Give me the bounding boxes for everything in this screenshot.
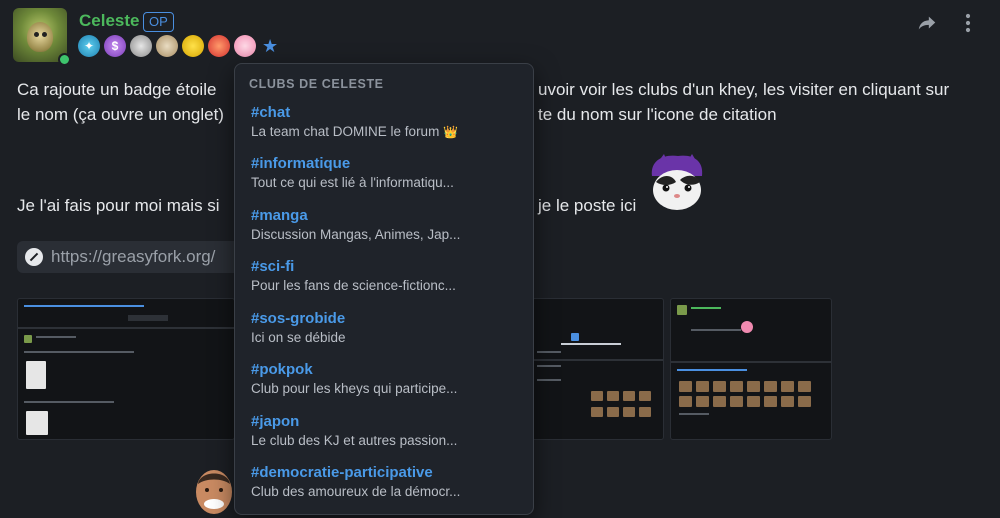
- dollar-badge-icon[interactable]: $: [104, 35, 126, 57]
- post-text-line: le nom (ça ouvre un onglet): [17, 105, 224, 124]
- avatar-image: [13, 8, 67, 62]
- greasyfork-icon: [25, 248, 43, 266]
- club-item-democratie-participative[interactable]: #democratie-participative Club des amour…: [251, 464, 521, 499]
- club-name[interactable]: #sos-grobide: [251, 310, 521, 327]
- face-sticker[interactable]: [192, 466, 236, 518]
- club-description: La team chat DOMINE le forum 👑: [251, 124, 459, 139]
- post-text-line: Je l'ai fais pour moi mais si: [17, 196, 220, 215]
- club-item-japon[interactable]: #japon Le club des KJ et autres passion.…: [251, 413, 521, 448]
- club-description: Le club des KJ et autres passion...: [251, 433, 458, 448]
- club-star-icon[interactable]: ★: [262, 36, 278, 57]
- crown-icon: 👑: [443, 125, 459, 139]
- author-avatar[interactable]: [13, 8, 71, 66]
- forum-post: Celeste OP ✦ $ ★ Ca rajoute un badge éto…: [0, 0, 1000, 518]
- club-item-sos-grobide[interactable]: #sos-grobide Ici on se débide: [251, 310, 521, 345]
- clubs-popover-title: CLUBS DE CELESTE: [249, 77, 384, 91]
- screenshot-thumbnail[interactable]: [670, 298, 832, 440]
- club-name[interactable]: #democratie-participative: [251, 464, 521, 481]
- einstein-badge-icon[interactable]: [130, 35, 152, 57]
- club-item-chat[interactable]: #chat La team chat DOMINE le forum 👑: [251, 104, 521, 139]
- club-item-manga[interactable]: #manga Discussion Mangas, Animes, Jap...: [251, 207, 521, 242]
- club-name[interactable]: #informatique: [251, 155, 521, 172]
- club-description: Club des amoureux de la démocr...: [251, 484, 461, 499]
- club-item-sci-fi[interactable]: #sci-fi Pour les fans de science-fiction…: [251, 258, 521, 293]
- mummy-badge-icon[interactable]: [156, 35, 178, 57]
- club-description: Tout ce qui est lié à l'informatiqu...: [251, 175, 454, 190]
- club-description: Ici on se débide: [251, 330, 346, 345]
- post-text-line: je le poste ici: [538, 196, 637, 215]
- more-options-icon[interactable]: [958, 12, 978, 34]
- target-badge-icon[interactable]: [208, 35, 230, 57]
- club-description: Discussion Mangas, Animes, Jap...: [251, 227, 461, 242]
- online-status-dot: [58, 53, 71, 66]
- cat-sticker[interactable]: [648, 152, 706, 212]
- user-badges: ✦ $ ★: [78, 35, 278, 57]
- club-name[interactable]: #pokpok: [251, 361, 521, 378]
- screenshot-thumbnail[interactable]: [17, 298, 235, 440]
- club-name[interactable]: #manga: [251, 207, 521, 224]
- star-badge-icon[interactable]: ✦: [78, 35, 100, 57]
- pink-face-badge-icon[interactable]: [234, 35, 256, 57]
- post-text-line: uvoir voir les clubs d'un khey, les visi…: [538, 80, 950, 99]
- club-description: Pour les fans de science-fictionc...: [251, 278, 456, 293]
- op-badge: OP: [143, 12, 174, 32]
- club-item-pokpok[interactable]: #pokpok Club pour les kheys qui particip…: [251, 361, 521, 396]
- screenshot-thumbnail[interactable]: [530, 298, 664, 440]
- club-name[interactable]: #sci-fi: [251, 258, 521, 275]
- share-icon[interactable]: [916, 12, 938, 34]
- author-username[interactable]: Celeste: [79, 11, 139, 31]
- clubs-popover: CLUBS DE CELESTE #chat La team chat DOMI…: [234, 63, 534, 515]
- post-text-line: Ca rajoute un badge étoile: [17, 80, 217, 99]
- club-item-informatique[interactable]: #informatique Tout ce qui est lié à l'in…: [251, 155, 521, 190]
- post-text-line: te du nom sur l'icone de citation: [538, 105, 777, 124]
- club-name[interactable]: #chat: [251, 104, 521, 121]
- club-description: Club pour les kheys qui participe...: [251, 381, 458, 396]
- club-name[interactable]: #japon: [251, 413, 521, 430]
- smiley-badge-icon[interactable]: [182, 35, 204, 57]
- link-url: https://greasyfork.org/: [51, 247, 216, 266]
